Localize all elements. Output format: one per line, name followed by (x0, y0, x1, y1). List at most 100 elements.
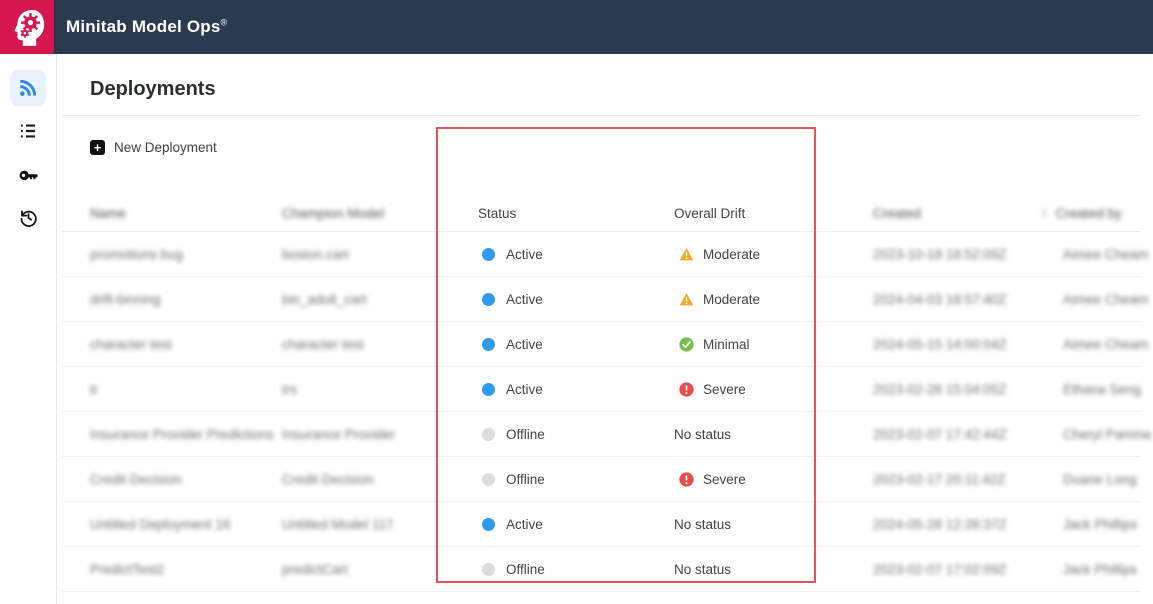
cell-created-by: Aimee Cheam (1041, 292, 1151, 307)
column-header-champion-model[interactable]: Champion Model (282, 206, 478, 221)
cell-name: Credit Decision (90, 472, 282, 487)
rss-icon (18, 78, 38, 98)
main-content: Deployments + New Deployment Name Champi… (57, 54, 1153, 604)
column-header-status[interactable]: Status (478, 206, 674, 221)
cell-overall-drift: Severe (674, 472, 873, 487)
check-circle-icon (679, 337, 694, 352)
cell-name: drift-binning (90, 292, 282, 307)
cell-created: 2023-02-07 17:02:09Z (873, 562, 1041, 577)
key-icon (18, 164, 39, 185)
status-dot-icon (482, 338, 495, 351)
cell-champion-model: boston.cart (282, 247, 478, 262)
app-header: Minitab Model Ops® (0, 0, 1153, 54)
sidebar-item-deployments[interactable] (10, 70, 46, 106)
drift-icon (679, 337, 694, 352)
cell-status: Active (478, 337, 674, 352)
cell-overall-drift: Severe (674, 382, 873, 397)
cell-name: PredictTest2 (90, 562, 282, 577)
page-title: Deployments (90, 78, 216, 101)
table-row[interactable]: Untitled Deployment 16 Untitled Model 11… (62, 502, 1141, 547)
cell-champion-model: predictCart (282, 562, 478, 577)
cell-name: character test (90, 337, 282, 352)
plus-icon: + (90, 140, 105, 155)
table-row[interactable]: tr trs Active Severe 2023-02-28 15:04:05… (62, 367, 1141, 412)
cell-created: 2024-05-28 12:28:37Z (873, 517, 1041, 532)
table-row[interactable]: character test character test Active Min… (62, 322, 1141, 367)
cell-name: promotions bug (90, 247, 282, 262)
sidebar-item-history[interactable] (10, 199, 46, 235)
sort-ascending-icon: ↑ (1041, 206, 1048, 221)
status-dot-icon (482, 473, 495, 486)
cell-created: 2023-02-17 20:11:42Z (873, 472, 1041, 487)
cell-created-by: Duane Long (1041, 472, 1151, 487)
cell-created-by: Cheryl Pammer (1041, 427, 1151, 442)
cell-created-by: Jack Phillips (1041, 562, 1151, 577)
sidebar-item-models-list[interactable] (10, 113, 46, 149)
column-header-overall-drift[interactable]: Overall Drift (674, 206, 873, 221)
cell-created: 2023-02-07 17:42:44Z (873, 427, 1041, 442)
head-gear-logo-icon (6, 6, 48, 48)
app-title: Minitab Model Ops® (66, 17, 227, 37)
list-icon (18, 121, 38, 141)
cell-status: Active (478, 247, 674, 262)
cell-overall-drift: Moderate (674, 247, 873, 262)
cell-status: Offline (478, 472, 674, 487)
cell-name: Untitled Deployment 16 (90, 517, 282, 532)
table-row[interactable]: Insurance Provider Predictions Insurance… (62, 412, 1141, 457)
cell-status: Offline (478, 562, 674, 577)
table-row[interactable]: drift-binning bin_adult_cart Active Mode… (62, 277, 1141, 322)
drift-icon (679, 292, 694, 307)
new-deployment-label: New Deployment (114, 140, 217, 155)
table-row[interactable]: promotions bug boston.cart Active Modera… (62, 232, 1141, 277)
cell-champion-model: Credit Decision (282, 472, 478, 487)
table-row[interactable]: Credit Decision Credit Decision Offline … (62, 457, 1141, 502)
alert-circle-icon (679, 382, 694, 397)
status-dot-icon (482, 248, 495, 261)
cell-champion-model: Insurance Provider (282, 427, 478, 442)
cell-name: tr (90, 382, 282, 397)
cell-status: Active (478, 517, 674, 532)
cell-champion-model: Untitled Model 117 (282, 517, 478, 532)
cell-created: 2023-10-18 18:52:09Z (873, 247, 1041, 262)
minitab-logo[interactable] (0, 0, 54, 54)
cell-created: 2024-04-03 18:57:40Z (873, 292, 1041, 307)
warning-triangle-icon (679, 292, 694, 307)
cell-champion-model: bin_adult_cart (282, 292, 478, 307)
drift-icon (679, 382, 694, 397)
sidebar-item-api-keys[interactable] (10, 156, 46, 192)
cell-champion-model: character test (282, 337, 478, 352)
cell-champion-model: trs (282, 382, 478, 397)
cell-overall-drift: No status (674, 562, 873, 577)
column-header-created-by[interactable]: ↑Created by (1041, 206, 1151, 221)
drift-icon (679, 472, 694, 487)
status-dot-icon (482, 383, 495, 396)
cell-created-by: Jack Phillips (1041, 517, 1151, 532)
column-header-name[interactable]: Name (90, 206, 282, 221)
status-dot-icon (482, 428, 495, 441)
cell-created-by: Aimee Cheam (1041, 247, 1151, 262)
cell-created-by: Ethana Seng (1041, 382, 1151, 397)
table-row[interactable]: PredictTest2 predictCart Offline No stat… (62, 547, 1141, 592)
title-divider (62, 115, 1141, 116)
cell-name: Insurance Provider Predictions (90, 427, 282, 442)
status-dot-icon (482, 518, 495, 531)
status-dot-icon (482, 563, 495, 576)
warning-triangle-icon (679, 247, 694, 262)
cell-overall-drift: Minimal (674, 337, 873, 352)
new-deployment-button[interactable]: + New Deployment (90, 134, 217, 160)
table-body: promotions bug boston.cart Active Modera… (62, 232, 1141, 592)
cell-status: Active (478, 382, 674, 397)
history-icon (18, 207, 39, 228)
cell-overall-drift: Moderate (674, 292, 873, 307)
registered-trademark: ® (221, 17, 228, 27)
deployments-table: Name Champion Model Status Overall Drift… (62, 195, 1141, 592)
cell-overall-drift: No status (674, 517, 873, 532)
cell-overall-drift: No status (674, 427, 873, 442)
sidebar (0, 54, 57, 604)
cell-status: Active (478, 292, 674, 307)
alert-circle-icon (679, 472, 694, 487)
table-header-row: Name Champion Model Status Overall Drift… (62, 195, 1141, 232)
column-header-created[interactable]: Created (873, 206, 1041, 221)
cell-created: 2023-02-28 15:04:05Z (873, 382, 1041, 397)
cell-created-by: Aimee Cheam (1041, 337, 1151, 352)
